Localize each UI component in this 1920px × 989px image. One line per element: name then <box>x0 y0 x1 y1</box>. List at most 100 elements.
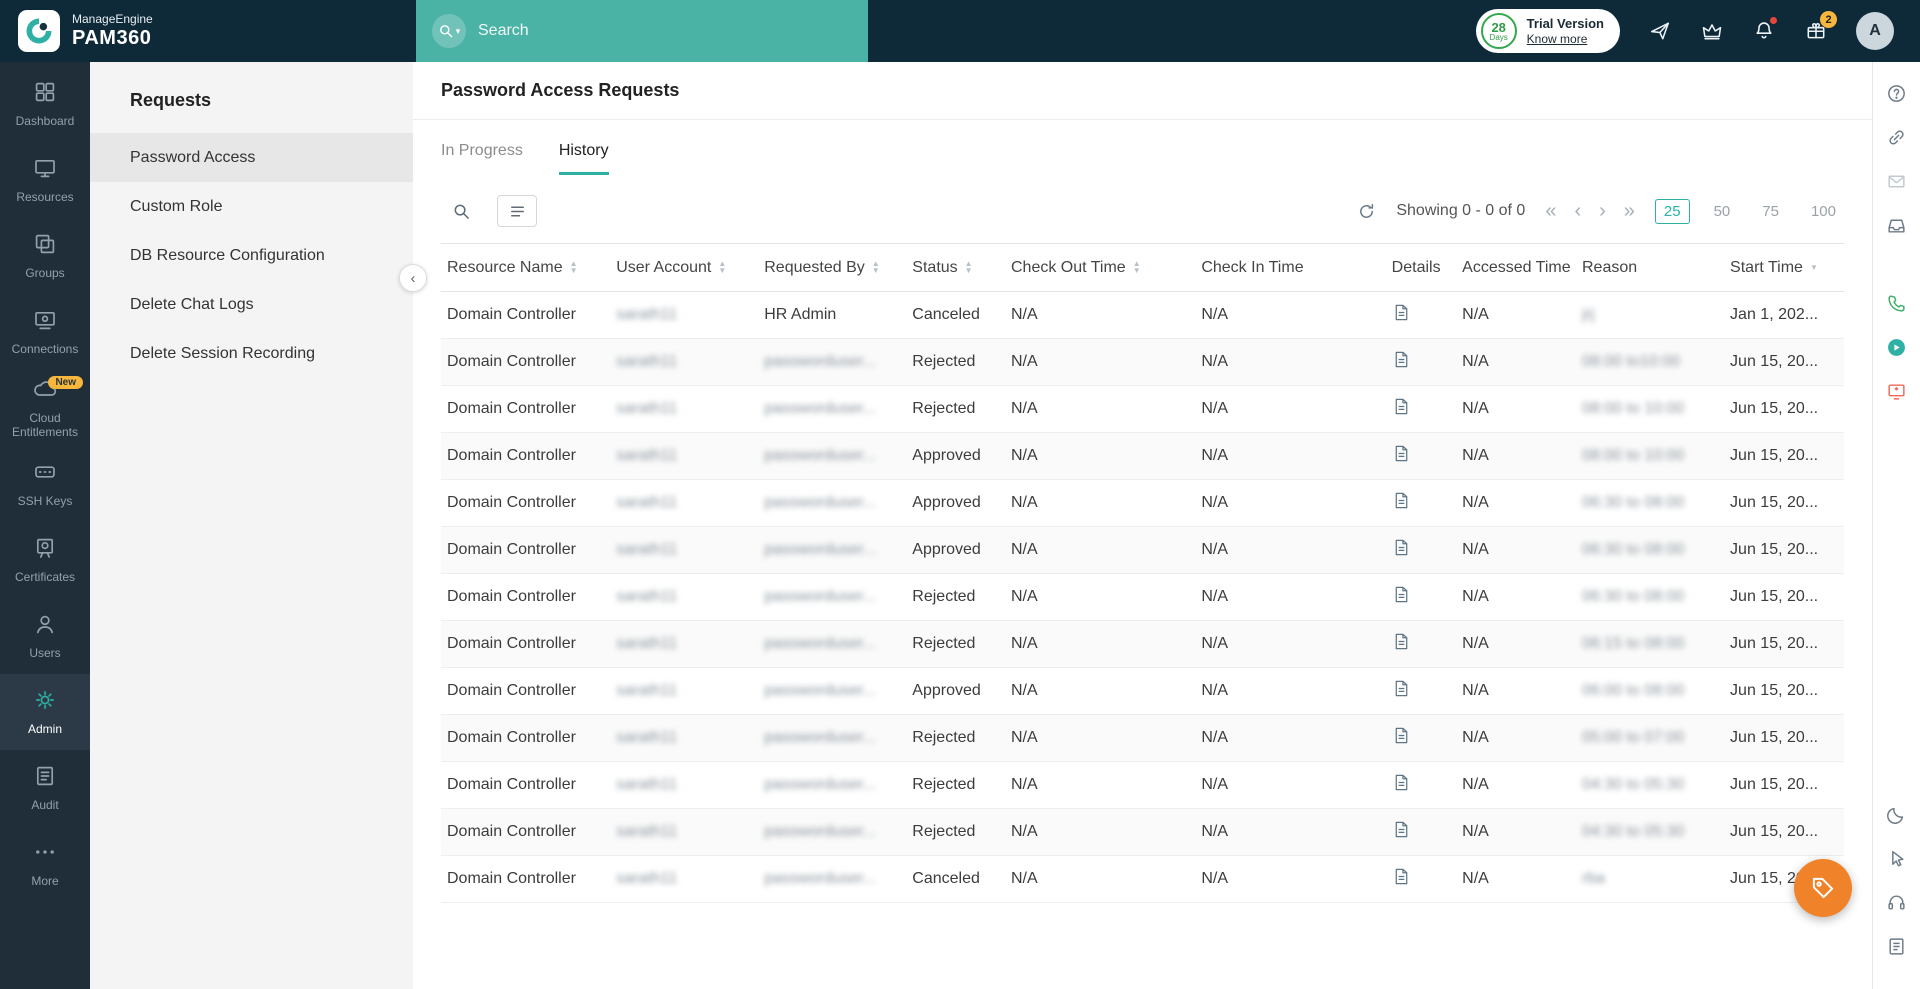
table-row[interactable]: Domain Controllersarath11passworduser...… <box>441 574 1844 621</box>
table-row[interactable]: Domain Controllersarath11passworduser...… <box>441 715 1844 762</box>
search-scope-button[interactable]: ▾ <box>432 14 466 48</box>
cell-requested-by: passworduser... <box>758 574 906 621</box>
sidebar-item-more[interactable]: More <box>0 826 90 902</box>
sidebar-item-certificates[interactable]: Certificates <box>0 522 90 598</box>
table-row[interactable]: Domain Controllersarath11passworduser...… <box>441 856 1844 903</box>
document-details-icon[interactable] <box>1392 349 1411 370</box>
sidebar-item-connections[interactable]: Connections <box>0 294 90 370</box>
announcement-icon[interactable] <box>1648 19 1672 43</box>
submenu-item-custom-role[interactable]: Custom Role <box>90 182 413 231</box>
column-header-start-time[interactable]: Start Time▼ <box>1724 244 1844 292</box>
table-row[interactable]: Domain Controllersarath11passworduser...… <box>441 480 1844 527</box>
column-header-user-account[interactable]: User Account▲▼ <box>610 244 758 292</box>
column-header-status[interactable]: Status▲▼ <box>906 244 1005 292</box>
page-size-25[interactable]: 25 <box>1655 199 1690 224</box>
inbox-icon[interactable] <box>1882 210 1912 240</box>
first-page-icon[interactable]: « <box>1545 201 1556 221</box>
phone-icon[interactable] <box>1882 288 1912 318</box>
last-page-icon[interactable]: » <box>1624 201 1635 221</box>
trial-version-pill[interactable]: 28 Days Trial Version Know more <box>1476 9 1620 53</box>
document-details-icon[interactable] <box>1392 443 1411 464</box>
sidebar-item-ssh-keys[interactable]: SSH Keys <box>0 446 90 522</box>
page-size-75[interactable]: 75 <box>1754 200 1787 223</box>
prev-page-icon[interactable]: ‹ <box>1574 201 1581 221</box>
submenu-item-password-access[interactable]: Password Access <box>90 133 413 182</box>
column-label: Resource Name <box>447 259 563 276</box>
next-page-icon[interactable]: › <box>1599 201 1606 221</box>
link-icon[interactable] <box>1882 122 1912 152</box>
document-details-icon[interactable] <box>1392 584 1411 605</box>
crown-icon[interactable] <box>1700 19 1724 43</box>
refresh-icon[interactable] <box>1357 202 1376 221</box>
sidebar-item-resources[interactable]: Resources <box>0 142 90 218</box>
table-row[interactable]: Domain Controllersarath11passworduser...… <box>441 527 1844 574</box>
document-details-icon[interactable] <box>1392 631 1411 652</box>
cell-text: N/A <box>1011 494 1038 511</box>
mail-icon[interactable] <box>1882 166 1912 196</box>
sort-icons[interactable]: ▲▼ <box>872 260 880 274</box>
notes-icon[interactable] <box>1882 931 1912 961</box>
tab-history[interactable]: History <box>559 142 609 175</box>
cell-status: Approved <box>906 480 1005 527</box>
table-menu-button[interactable] <box>497 195 537 227</box>
sidebar-item-admin[interactable]: Admin <box>0 674 90 750</box>
screen-share-icon[interactable] <box>1882 376 1912 406</box>
notification-bell-icon[interactable] <box>1752 19 1776 43</box>
submenu-item-delete-session-recording[interactable]: Delete Session Recording <box>90 329 413 378</box>
document-details-icon[interactable] <box>1392 537 1411 558</box>
column-header-requested-by[interactable]: Requested By▲▼ <box>758 244 906 292</box>
document-details-icon[interactable] <box>1392 819 1411 840</box>
document-details-icon[interactable] <box>1392 725 1411 746</box>
right-utility-rail <box>1872 62 1920 989</box>
sort-icon-desc[interactable]: ▼ <box>1810 264 1818 271</box>
table-row[interactable]: Domain Controllersarath11passworduser...… <box>441 762 1844 809</box>
remote-session-icon[interactable] <box>1882 332 1912 362</box>
document-details-icon[interactable] <box>1392 490 1411 511</box>
trial-know-more-link[interactable]: Know more <box>1527 32 1604 46</box>
sort-icons[interactable]: ▲▼ <box>570 260 578 274</box>
headset-icon[interactable] <box>1882 887 1912 917</box>
document-details-icon[interactable] <box>1392 772 1411 793</box>
column-label: Reason <box>1582 259 1637 276</box>
table-row[interactable]: Domain Controllersarath11passworduser...… <box>441 339 1844 386</box>
sidebar-item-groups[interactable]: Groups <box>0 218 90 294</box>
document-details-icon[interactable] <box>1392 866 1411 887</box>
submenu-item-db-resource-configuration[interactable]: DB Resource Configuration <box>90 231 413 280</box>
sort-icons[interactable]: ▲▼ <box>1133 260 1141 274</box>
brand[interactable]: ManageEngine PAM360 <box>0 10 416 52</box>
column-header-check-out-time[interactable]: Check Out Time▲▼ <box>1005 244 1195 292</box>
column-header-resource-name[interactable]: Resource Name ▲▼ <box>441 244 610 292</box>
collapse-panel-icon[interactable]: ‹ <box>399 264 427 292</box>
table-row[interactable]: Domain Controllersarath11passworduser...… <box>441 809 1844 856</box>
whats-new-box-icon[interactable]: 2 <box>1804 19 1828 43</box>
sidebar-item-cloud-entitlements[interactable]: Cloud EntitlementsNew <box>0 370 90 446</box>
submenu-item-delete-chat-logs[interactable]: Delete Chat Logs <box>90 280 413 329</box>
table-search-button[interactable] <box>441 195 481 227</box>
document-details-icon[interactable] <box>1392 302 1411 323</box>
table-row[interactable]: Domain Controllersarath11HR AdminCancele… <box>441 292 1844 339</box>
sidebar-item-audit[interactable]: Audit <box>0 750 90 826</box>
document-details-icon[interactable] <box>1392 396 1411 417</box>
table-row[interactable]: Domain Controllersarath11passworduser...… <box>441 668 1844 715</box>
cell-resource-name: Domain Controller <box>441 621 610 668</box>
pointer-icon[interactable] <box>1882 843 1912 873</box>
sidebar-item-users[interactable]: Users <box>0 598 90 674</box>
document-details-icon[interactable] <box>1392 678 1411 699</box>
page-size-50[interactable]: 50 <box>1706 200 1739 223</box>
sort-icons[interactable]: ▲▼ <box>965 260 973 274</box>
column-header-check-in-time: Check In Time <box>1195 244 1385 292</box>
moon-icon[interactable] <box>1882 799 1912 829</box>
table-row[interactable]: Domain Controllersarath11passworduser...… <box>441 433 1844 480</box>
offer-fab-button[interactable] <box>1794 859 1852 917</box>
sidebar-item-dashboard[interactable]: Dashboard <box>0 66 90 142</box>
table-row[interactable]: Domain Controllersarath11passworduser...… <box>441 386 1844 433</box>
page-size-100[interactable]: 100 <box>1803 200 1844 223</box>
cell-details <box>1386 762 1456 809</box>
table-row[interactable]: Domain Controllersarath11passworduser...… <box>441 621 1844 668</box>
help-icon[interactable] <box>1882 78 1912 108</box>
cell-text: N/A <box>1462 541 1489 558</box>
sort-icons[interactable]: ▲▼ <box>718 260 726 274</box>
search-input[interactable] <box>478 22 852 40</box>
tab-in-progress[interactable]: In Progress <box>441 142 523 175</box>
user-avatar[interactable]: A <box>1856 12 1894 50</box>
